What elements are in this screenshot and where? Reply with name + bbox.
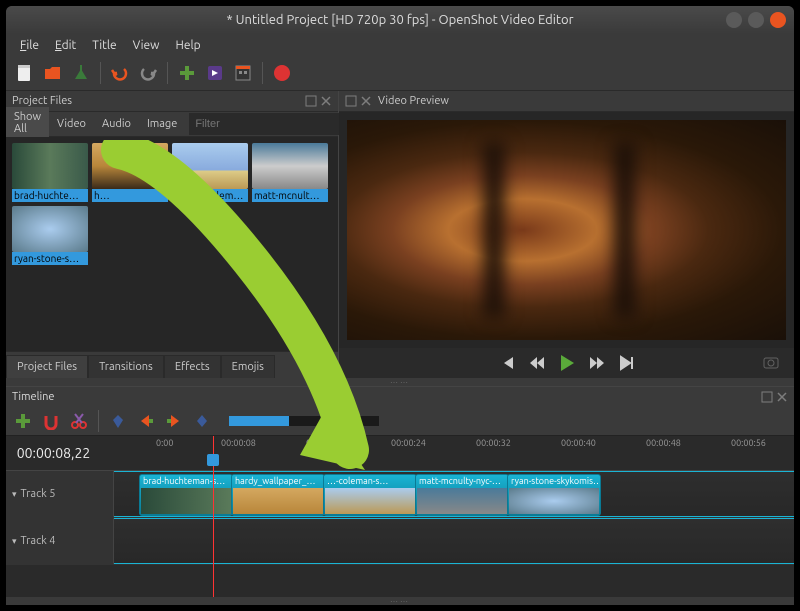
splitter[interactable]: ⋯⋯ — [6, 378, 794, 386]
timeline-body: 00:00:08,22 0:00 00:00:08 00:00:16 00:00… — [6, 436, 794, 597]
timeline-track: Track 4 — [6, 518, 794, 565]
export-icon[interactable] — [271, 62, 293, 84]
profile-icon[interactable] — [204, 62, 226, 84]
preview-area[interactable] — [339, 112, 794, 348]
next-marker-icon[interactable] — [163, 410, 185, 432]
file-thumb[interactable]: brad-huchte… — [12, 143, 88, 202]
close-button[interactable] — [770, 12, 786, 28]
timeline-track: Track 5 brad-huchteman-s… hardy_wallpape… — [6, 471, 794, 518]
file-thumb[interactable]: h… — [92, 143, 168, 202]
timeline-clip[interactable]: …-coleman-s… — [323, 474, 417, 516]
project-files-panel: Project Files Show All Video Audio Image… — [6, 91, 339, 378]
playhead[interactable] — [213, 436, 214, 597]
filter-audio[interactable]: Audio — [94, 114, 139, 134]
undock-icon[interactable] — [305, 95, 317, 107]
timeline-ruler[interactable]: 00:00:08,22 0:00 00:00:08 00:00:16 00:00… — [6, 436, 794, 471]
timeline-clip[interactable]: matt-mcnulty-nyc-… — [415, 474, 509, 516]
panel-tabs: Project Files Transitions Effects Emojis — [6, 351, 338, 378]
zoom-slider[interactable] — [229, 416, 379, 426]
timeline-grip[interactable]: ⋯⋯ — [6, 597, 794, 605]
timeline-clip[interactable]: hardy_wallpaper_… — [231, 474, 325, 516]
project-files-header: Project Files — [6, 91, 338, 112]
filter-input[interactable] — [189, 113, 343, 135]
file-thumb[interactable]: ryan-stone-s… — [12, 206, 88, 265]
preview-title: Video Preview — [378, 95, 449, 107]
open-project-icon[interactable] — [42, 62, 64, 84]
playback-controls — [339, 348, 794, 378]
menu-file[interactable]: File — [14, 37, 45, 54]
timeline-panel: Timeline 00:00:08,22 0:00 00:00:08 — [6, 386, 794, 605]
prev-marker-icon[interactable] — [135, 410, 157, 432]
filter-show-all[interactable]: Show All — [6, 107, 49, 141]
undo-icon[interactable] — [109, 62, 131, 84]
timeline-header: Timeline — [6, 387, 794, 407]
track-content[interactable] — [114, 518, 794, 564]
fullscreen-icon[interactable] — [232, 62, 254, 84]
razor-icon[interactable] — [68, 410, 90, 432]
rewind-icon[interactable] — [527, 353, 547, 373]
track-label[interactable]: Track 4 — [6, 518, 114, 564]
snap-icon[interactable] — [40, 410, 62, 432]
project-files-title: Project Files — [12, 95, 72, 107]
new-project-icon[interactable] — [14, 62, 36, 84]
redo-icon[interactable] — [137, 62, 159, 84]
tab-project-files[interactable]: Project Files — [6, 355, 88, 378]
tab-effects[interactable]: Effects — [164, 355, 221, 378]
fast-forward-icon[interactable] — [587, 353, 607, 373]
preview-panel: Video Preview — [339, 91, 794, 378]
track-label[interactable]: Track 5 — [6, 471, 114, 517]
timeline-clip[interactable]: brad-huchteman-s… — [139, 474, 233, 516]
snapshot-icon[interactable] — [762, 353, 782, 373]
preview-header: Video Preview — [339, 91, 794, 112]
minimize-button[interactable] — [726, 12, 742, 28]
filter-image[interactable]: Image — [139, 114, 185, 134]
project-files-grid[interactable]: brad-huchte… h… joshua-colem… matt-mcnul… — [6, 137, 338, 351]
save-project-icon[interactable] — [70, 62, 92, 84]
import-files-icon[interactable] — [176, 62, 198, 84]
main-toolbar — [6, 56, 794, 91]
timecode-display: 00:00:08,22 — [6, 436, 101, 470]
close-panel-icon[interactable] — [776, 391, 788, 403]
play-icon[interactable] — [557, 353, 577, 373]
maximize-button[interactable] — [748, 12, 764, 28]
main-area: Project Files Show All Video Audio Image… — [6, 91, 794, 378]
tab-transitions[interactable]: Transitions — [88, 355, 164, 378]
undock-icon[interactable] — [761, 391, 773, 403]
track-content[interactable]: brad-huchteman-s… hardy_wallpaper_… …-co… — [114, 471, 794, 517]
menu-help[interactable]: Help — [169, 37, 206, 54]
undock-icon[interactable] — [345, 95, 357, 107]
file-thumb[interactable]: matt-mcnult… — [252, 143, 328, 202]
filter-bar: Show All Video Audio Image — [6, 112, 338, 137]
timeline-toolbar — [6, 407, 794, 436]
main-window: * Untitled Project [HD 720p 30 fps] - Op… — [6, 6, 794, 605]
menubar: File Edit Title View Help — [6, 34, 794, 56]
tab-emojis[interactable]: Emojis — [221, 355, 275, 378]
timeline-clip[interactable]: ryan-stone-skykomis… — [507, 474, 601, 516]
window-title: * Untitled Project [HD 720p 30 fps] - Op… — [226, 13, 573, 27]
jump-start-icon[interactable] — [497, 353, 517, 373]
menu-edit[interactable]: Edit — [49, 37, 82, 54]
preview-frame — [347, 120, 786, 340]
file-thumb[interactable]: joshua-colem… — [172, 143, 248, 202]
close-panel-icon[interactable] — [320, 95, 332, 107]
center-playhead-icon[interactable] — [191, 410, 213, 432]
titlebar[interactable]: * Untitled Project [HD 720p 30 fps] - Op… — [6, 6, 794, 34]
menu-view[interactable]: View — [127, 37, 166, 54]
jump-end-icon[interactable] — [617, 353, 637, 373]
ruler-ticks[interactable]: 0:00 00:00:08 00:00:16 00:00:24 00:00:32… — [101, 436, 794, 470]
marker-icon[interactable] — [107, 410, 129, 432]
timeline-title: Timeline — [12, 391, 55, 403]
menu-title[interactable]: Title — [86, 37, 122, 54]
add-track-icon[interactable] — [12, 410, 34, 432]
filter-video[interactable]: Video — [49, 114, 94, 134]
close-panel-icon[interactable] — [360, 95, 372, 107]
